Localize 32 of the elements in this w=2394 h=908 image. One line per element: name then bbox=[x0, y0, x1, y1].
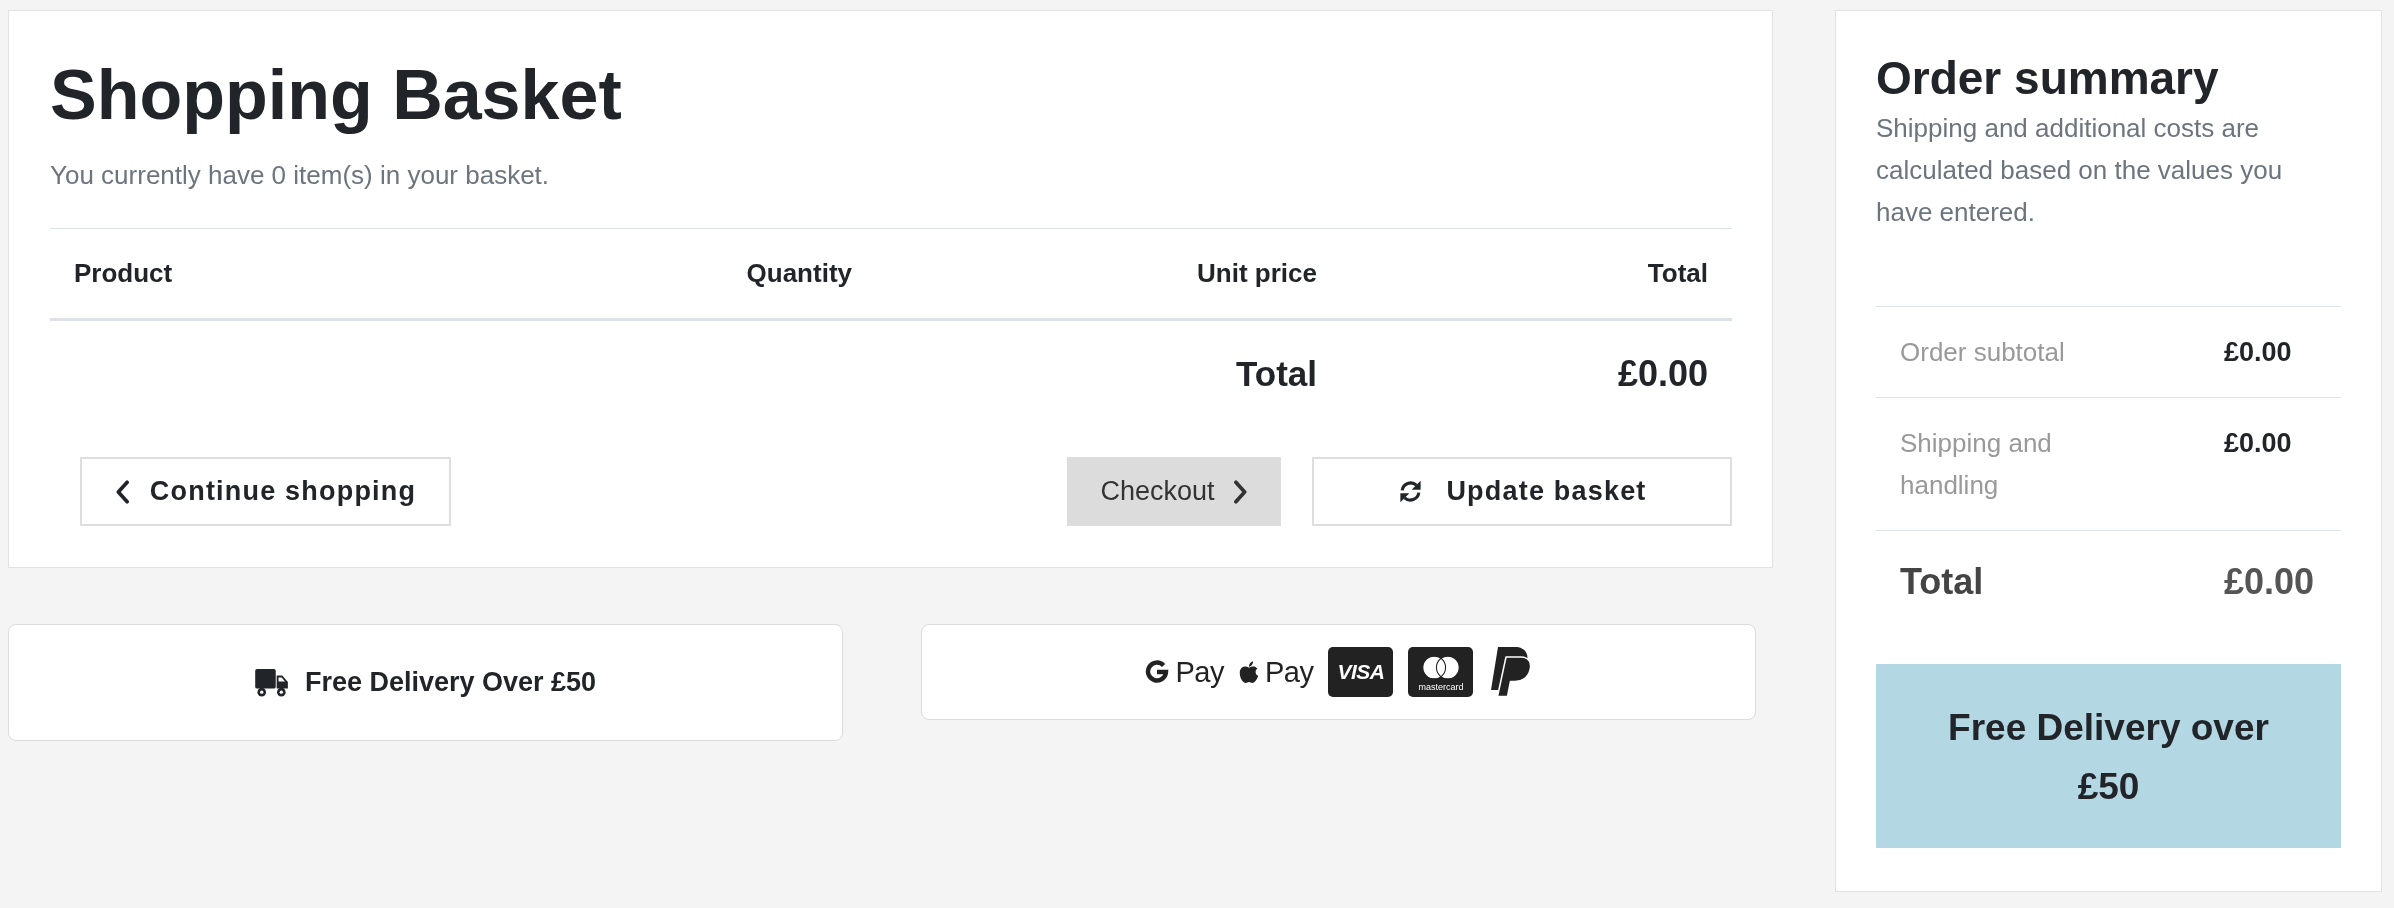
chevron-right-icon bbox=[1232, 479, 1248, 504]
g-logo-icon bbox=[1144, 660, 1169, 684]
summary-title: Order summary bbox=[1876, 51, 2220, 106]
summary-total-value: £0.00 bbox=[2223, 560, 2316, 604]
column-header: Total bbox=[1646, 257, 1709, 290]
mastercard-label: mastercard bbox=[1418, 681, 1464, 692]
summary-label: Shipping and handling bbox=[1899, 427, 2053, 502]
truck-icon bbox=[254, 668, 289, 697]
apple-icon bbox=[1239, 660, 1259, 684]
total-value: £0.00 bbox=[1616, 352, 1709, 396]
column-header: Quantity bbox=[745, 257, 853, 290]
basket-count-text: You currently have 0 item(s) in your basket. bbox=[50, 159, 551, 192]
summary-value: £0.00 bbox=[2223, 336, 2293, 369]
chevron-left-icon bbox=[114, 479, 130, 504]
free-delivery-banner: Free Delivery over £50 bbox=[1876, 664, 2341, 848]
paypal-icon bbox=[1488, 646, 1533, 698]
visa-logo: VISA bbox=[1328, 647, 1394, 697]
column-header: Unit price bbox=[1196, 257, 1318, 290]
total-label: Total bbox=[1235, 353, 1318, 395]
update-basket-button[interactable]: Update basket bbox=[1312, 457, 1732, 526]
continue-shopping-button[interactable]: Continue shopping bbox=[80, 457, 451, 526]
pay-label: Pay bbox=[1175, 655, 1224, 689]
pay-label: Pay bbox=[1265, 655, 1314, 689]
summary-value: £0.00 bbox=[2223, 427, 2293, 460]
column-header: Product bbox=[73, 257, 174, 290]
summary-label: Order subtotal bbox=[1899, 336, 2066, 369]
delivery-text: Free Delivery Over £50 bbox=[304, 667, 597, 698]
checkout-button[interactable]: Checkout bbox=[1067, 457, 1281, 526]
overlapping-circles-icon bbox=[1421, 654, 1461, 680]
summary-note: Shipping and additional costs are calculated based on the values you have entered. bbox=[1876, 112, 2284, 229]
page-title: Shopping Basket bbox=[50, 55, 623, 136]
summary-total-label: Total bbox=[1899, 560, 1985, 604]
